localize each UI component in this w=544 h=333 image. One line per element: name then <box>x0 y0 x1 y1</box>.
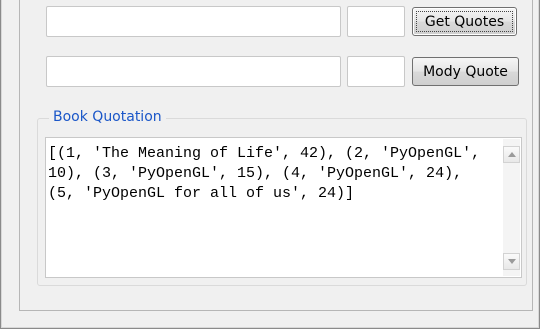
quote-title-field-1[interactable] <box>46 6 341 37</box>
quote-page-field-1[interactable] <box>347 6 405 37</box>
book-quotation-legend: Book Quotation <box>49 109 166 125</box>
get-quotes-button[interactable]: Get Quotes <box>412 7 517 36</box>
book-quotation-textarea[interactable]: [(1, 'The Meaning of Life', 42), (2, 'Py… <box>45 137 522 278</box>
quote-page-field-2[interactable] <box>347 56 405 87</box>
scroll-down-button[interactable] <box>503 253 520 270</box>
vertical-scrollbar[interactable] <box>503 139 520 276</box>
scroll-down-arrow-icon <box>507 259 516 264</box>
app-window: Get Quotes Mody Quote Book Quotation [(1… <box>0 0 540 329</box>
modify-quote-button[interactable]: Mody Quote <box>412 57 519 86</box>
scroll-up-button[interactable] <box>503 146 520 163</box>
quote-title-field-2[interactable] <box>46 56 341 87</box>
book-quotation-text: [(1, 'The Meaning of Life', 42), (2, 'Py… <box>48 145 490 202</box>
scroll-up-arrow-icon <box>507 152 516 157</box>
